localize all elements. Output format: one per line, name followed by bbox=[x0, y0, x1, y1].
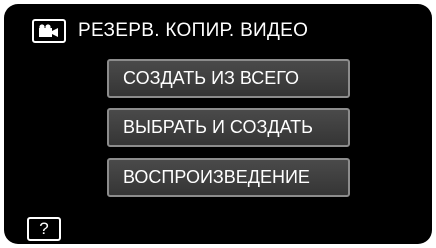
create-from-all-button[interactable]: СОЗДАТЬ ИЗ ВСЕГО bbox=[107, 59, 350, 98]
page-title: РЕЗЕРВ. КОПИР. ВИДЕО bbox=[78, 20, 309, 41]
playback-button[interactable]: ВОСПРОИЗВЕДЕНИЕ bbox=[107, 158, 350, 197]
camera-menu-screen: РЕЗЕРВ. КОПИР. ВИДЕО СОЗДАТЬ ИЗ ВСЕГО ВЫ… bbox=[4, 4, 432, 244]
help-icon: ? bbox=[39, 219, 49, 238]
help-button[interactable]: ? bbox=[27, 217, 61, 241]
select-and-create-button[interactable]: ВЫБРАТЬ И СОЗДАТЬ bbox=[107, 108, 350, 147]
screen-header: РЕЗЕРВ. КОПИР. ВИДЕО bbox=[32, 16, 308, 46]
video-camera-icon bbox=[32, 19, 66, 43]
